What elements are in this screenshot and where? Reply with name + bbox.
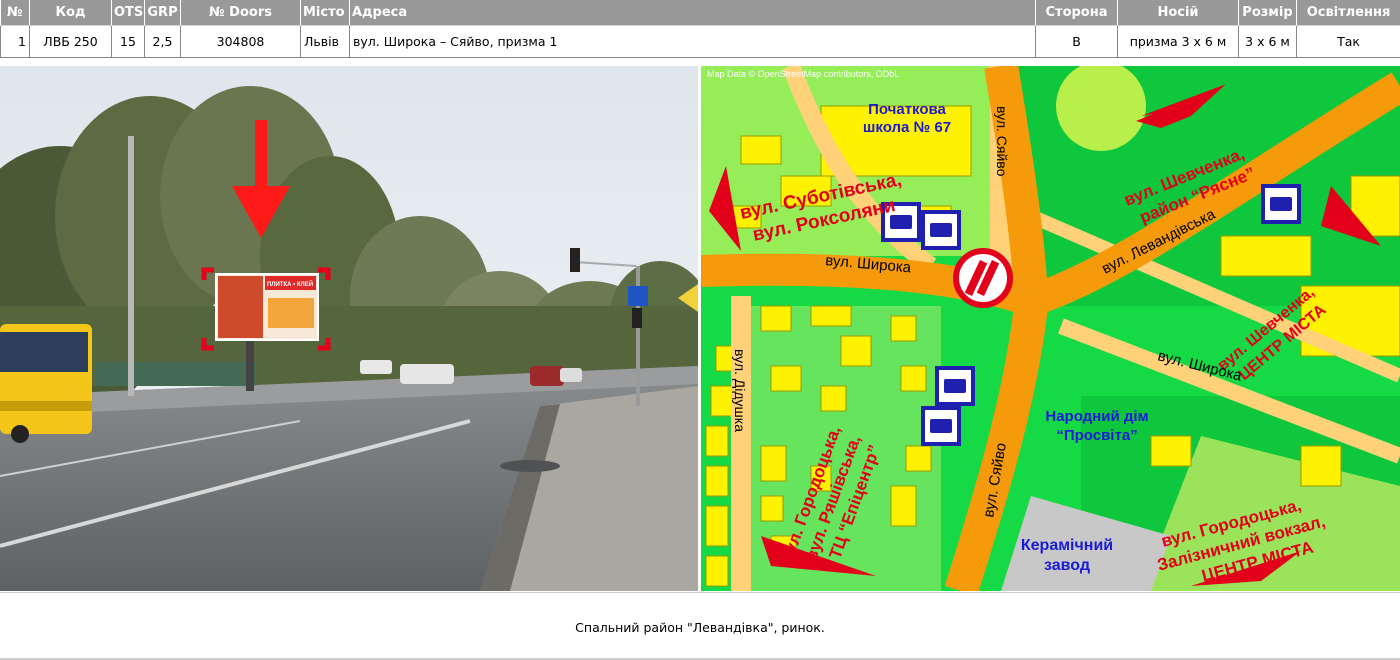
col-header-doors[interactable]: № Doors [180, 0, 301, 26]
cell-carrier: призма 3 х 6 м [1117, 25, 1239, 58]
bus [0, 324, 92, 443]
col-header-lighting[interactable]: Освітлення [1296, 0, 1400, 26]
page: № Код OTS GRP № Doors Місто Адреса Сторо… [0, 0, 1400, 660]
col-header-grp[interactable]: GRP [144, 0, 181, 26]
cell-city: Львів [300, 25, 350, 58]
label-ceramic-line1: Керамічний [1021, 537, 1113, 554]
cell-code: ЛВБ 250 [29, 25, 112, 58]
photo-caption: Спальний район "Левандівка", ринок. [575, 620, 825, 635]
label-ceramic-line2: завод [1044, 557, 1090, 574]
billboard[interactable]: ПЛИТКА • КЛЕЙ [201, 267, 331, 351]
label-school-line1: Початкова [868, 101, 946, 118]
col-header-address[interactable]: Адреса [349, 0, 1036, 26]
label-didushka: вул. Дідушка [732, 349, 748, 432]
col-header-side[interactable]: Сторона [1035, 0, 1118, 26]
divider [0, 592, 1400, 593]
label-narodnyi-line2: “Просвіта” [1056, 427, 1137, 444]
cell-num: 1 [0, 25, 30, 58]
cell-size: 3 х 6 м [1238, 25, 1297, 58]
col-header-ots[interactable]: OTS [111, 0, 145, 26]
cell-doors: 304808 [180, 25, 301, 58]
billboard-text: ПЛИТКА • КЛЕЙ [267, 280, 313, 288]
label-school-line2: школа № 67 [863, 119, 951, 136]
cell-grp: 2,5 [144, 25, 181, 58]
col-header-code[interactable]: Код [29, 0, 112, 26]
info-table: № Код OTS GRP № Doors Місто Адреса Сторо… [0, 0, 1400, 58]
cell-address: вул. Широка – Сяйво, призма 1 [349, 25, 1036, 58]
map-illustration: Map Data © OpenStreetMap contributors, O… [701, 66, 1400, 591]
street-photo-illustration: ПЛИТКА • КЛЕЙ [0, 66, 698, 591]
col-header-carrier[interactable]: Носій [1117, 0, 1239, 26]
label-narodnyi-line1: Народний дім [1045, 408, 1148, 425]
label-syaivo-top: вул. Сяйво [994, 106, 1010, 177]
location-map[interactable]: Map Data © OpenStreetMap contributors, O… [701, 66, 1400, 591]
cell-ots: 15 [111, 25, 145, 58]
cell-side: В [1035, 25, 1118, 58]
table-header-row: № Код OTS GRP № Doors Місто Адреса Сторо… [0, 0, 1400, 26]
map-attribution: Map Data © OpenStreetMap contributors, O… [707, 69, 899, 79]
col-header-size[interactable]: Розмір [1238, 0, 1297, 26]
col-header-city[interactable]: Місто [300, 0, 350, 26]
billboard-location-marker-icon [953, 248, 1013, 308]
table-row[interactable]: 1 ЛВБ 250 15 2,5 304808 Львів вул. Широк… [0, 25, 1400, 58]
col-header-num[interactable]: № [0, 0, 30, 26]
cell-lighting: Так [1296, 25, 1400, 58]
street-photo[interactable]: ПЛИТКА • КЛЕЙ [0, 66, 698, 591]
